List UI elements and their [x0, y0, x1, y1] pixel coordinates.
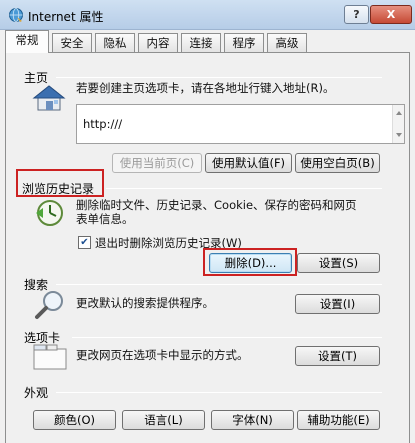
search-description: 更改默认的搜索提供程序。: [76, 296, 214, 310]
tabs-group-description: 更改网页在选项卡中显示的方式。: [76, 348, 249, 362]
title-bar: Internet 属性 ? X: [0, 0, 415, 30]
search-settings-button[interactable]: 设置(I): [295, 294, 380, 314]
home-separator: [56, 77, 382, 78]
home-url-value: http:///: [83, 117, 123, 131]
fonts-button[interactable]: 字体(N): [211, 410, 294, 430]
tab-programs[interactable]: 程序: [224, 33, 264, 52]
home-description: 若要创建主页选项卡，请在各地址行键入地址(R)。: [76, 81, 335, 95]
tab-privacy[interactable]: 隐私: [95, 33, 135, 52]
history-settings-button[interactable]: 设置(S): [297, 253, 380, 273]
history-heading-highlight: [16, 169, 104, 197]
tab-content[interactable]: 内容: [138, 33, 178, 52]
languages-button[interactable]: 语言(L): [122, 410, 205, 430]
home-url-textarea[interactable]: http:///: [76, 104, 405, 144]
use-current-button[interactable]: 使用当前页(C): [112, 153, 202, 173]
internet-options-icon: [9, 8, 23, 22]
magnifier-icon: [35, 291, 63, 319]
delete-history-button[interactable]: 删除(D)...: [209, 253, 292, 273]
use-blank-button[interactable]: 使用空白页(B): [295, 153, 380, 173]
tab-advanced[interactable]: 高级: [267, 33, 307, 52]
use-default-button[interactable]: 使用默认值(F): [205, 153, 292, 173]
tab-general[interactable]: 常规: [5, 30, 49, 53]
url-scrollbar[interactable]: [392, 105, 404, 143]
tab-security[interactable]: 安全: [52, 33, 92, 52]
tab-connections[interactable]: 连接: [181, 33, 221, 52]
history-description-line2: 表单信息。: [76, 212, 134, 226]
scroll-down-icon[interactable]: [396, 133, 402, 137]
delete-on-exit-checkbox[interactable]: ✔: [78, 236, 91, 249]
appearance-separator: [56, 392, 382, 393]
history-separator: [106, 188, 382, 189]
search-separator: [56, 284, 382, 285]
history-clock-icon: [36, 200, 63, 226]
accessibility-button[interactable]: 辅助功能(E): [297, 410, 380, 430]
help-button[interactable]: ?: [344, 5, 369, 24]
close-button[interactable]: X: [370, 5, 412, 24]
scroll-up-icon[interactable]: [396, 111, 402, 115]
history-description-line1: 删除临时文件、历史记录、Cookie、保存的密码和网页: [76, 198, 357, 212]
appearance-heading: 外观: [24, 386, 49, 400]
tabs-settings-button[interactable]: 设置(T): [295, 346, 380, 366]
tabs-icon: [33, 344, 67, 370]
tabs-group-separator: [72, 337, 382, 338]
colors-button[interactable]: 颜色(O): [33, 410, 116, 430]
window-title: Internet 属性: [28, 10, 104, 24]
home-icon: [32, 85, 66, 111]
